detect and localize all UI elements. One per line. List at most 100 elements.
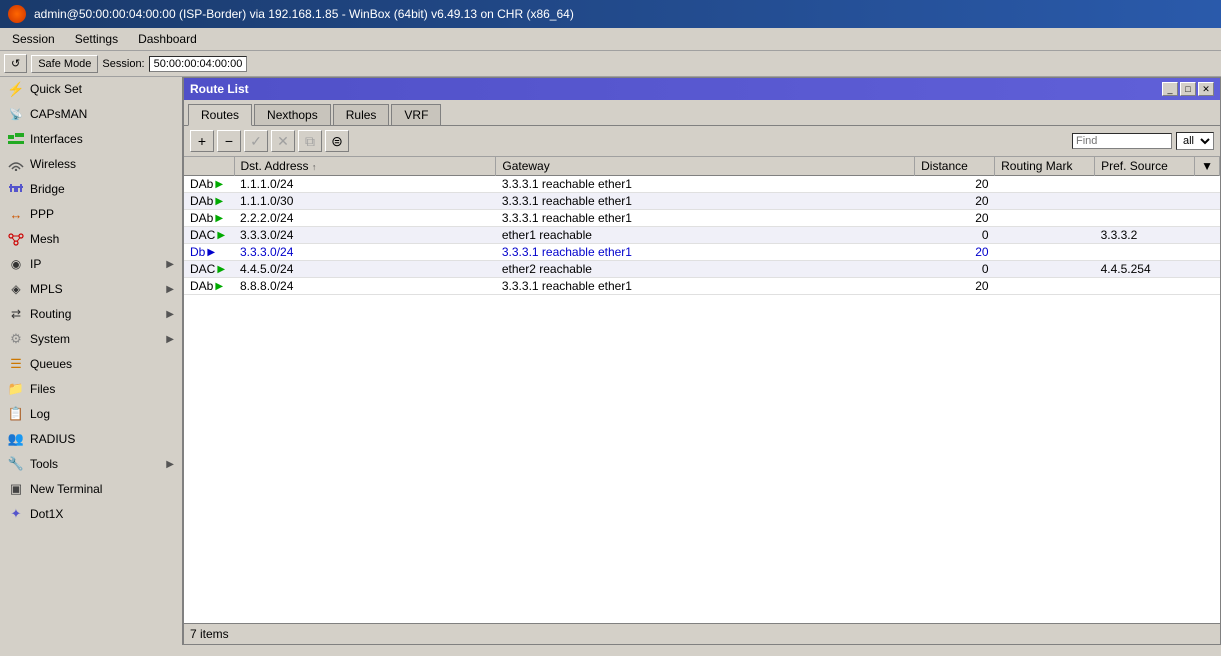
cell-pref-source bbox=[1095, 244, 1195, 261]
tab-vrf[interactable]: VRF bbox=[391, 104, 441, 125]
cell-distance: 20 bbox=[915, 244, 995, 261]
refresh-button[interactable]: ↺ bbox=[4, 54, 27, 73]
col-flags[interactable] bbox=[184, 157, 234, 176]
sidebar-item-interfaces[interactable]: Interfaces bbox=[0, 127, 182, 152]
table-row[interactable]: DAb ▶ 1.1.1.0/24 3.3.3.1 reachable ether… bbox=[184, 176, 1220, 193]
cell-distance: 20 bbox=[915, 210, 995, 227]
sidebar-item-capsman[interactable]: 📡 CAPsMAN bbox=[0, 102, 182, 127]
system-icon: ⚙ bbox=[8, 331, 24, 347]
sidebar-label-wireless: Wireless bbox=[30, 157, 174, 171]
sidebar-item-tools[interactable]: 🔧 Tools ▶ bbox=[0, 452, 182, 477]
ip-arrow-icon: ▶ bbox=[166, 259, 174, 270]
cell-dst: 3.3.3.0/24 bbox=[234, 227, 496, 244]
cell-dst: 3.3.3.0/24 bbox=[234, 244, 496, 261]
cross-button[interactable]: ✕ bbox=[271, 130, 295, 152]
sidebar-item-dot1x[interactable]: ✦ Dot1X bbox=[0, 502, 182, 527]
tools-arrow-icon: ▶ bbox=[166, 459, 174, 470]
sidebar-label-mpls: MPLS bbox=[30, 282, 160, 296]
cell-extra bbox=[1195, 244, 1220, 261]
sidebar-label-dot1x: Dot1X bbox=[30, 507, 174, 521]
col-pref-source[interactable]: Pref. Source bbox=[1095, 157, 1195, 176]
table-row[interactable]: Db ▶ 3.3.3.0/24 3.3.3.1 reachable ether1… bbox=[184, 244, 1220, 261]
mpls-icon: ◈ bbox=[8, 281, 24, 297]
main-toolbar: ↺ Safe Mode Session: 50:00:00:04:00:00 bbox=[0, 51, 1221, 77]
check-button[interactable]: ✓ bbox=[244, 130, 268, 152]
mesh-icon bbox=[8, 231, 24, 247]
col-distance[interactable]: Distance bbox=[915, 157, 995, 176]
queues-icon: ☰ bbox=[8, 356, 24, 372]
col-dropdown[interactable]: ▼ bbox=[1195, 157, 1220, 176]
route-active-icon: ▶ bbox=[215, 196, 223, 207]
cell-routing-mark bbox=[995, 261, 1095, 278]
cell-flags: DAb ▶ bbox=[184, 176, 234, 193]
col-gateway[interactable]: Gateway bbox=[496, 157, 915, 176]
routing-arrow-icon: ▶ bbox=[166, 309, 174, 320]
cell-pref-source: 3.3.3.2 bbox=[1095, 227, 1195, 244]
cell-gateway: ether2 reachable bbox=[496, 261, 915, 278]
app-title: admin@50:00:00:04:00:00 (ISP-Border) via… bbox=[34, 7, 574, 21]
flag-text: DAb bbox=[190, 177, 213, 191]
sidebar-item-radius[interactable]: 👥 RADIUS bbox=[0, 427, 182, 452]
sidebar-item-queues[interactable]: ☰ Queues bbox=[0, 352, 182, 377]
sidebar-item-system[interactable]: ⚙ System ▶ bbox=[0, 327, 182, 352]
tab-rules[interactable]: Rules bbox=[333, 104, 390, 125]
find-select[interactable]: all bbox=[1176, 132, 1214, 150]
tab-routes[interactable]: Routes bbox=[188, 104, 252, 126]
menu-dashboard[interactable]: Dashboard bbox=[130, 30, 205, 48]
sidebar-item-new-terminal[interactable]: ▣ New Terminal bbox=[0, 477, 182, 502]
window-title: Route List bbox=[190, 82, 249, 96]
window-controls: _ □ ✕ bbox=[1162, 82, 1214, 96]
menu-settings[interactable]: Settings bbox=[67, 30, 126, 48]
route-active-icon: ▶ bbox=[217, 264, 225, 275]
route-active-icon: ▶ bbox=[207, 247, 215, 258]
cell-routing-mark bbox=[995, 278, 1095, 295]
col-routing-mark[interactable]: Routing Mark bbox=[995, 157, 1095, 176]
table-row[interactable]: DAC ▶ 4.4.5.0/24 ether2 reachable 0 4.4.… bbox=[184, 261, 1220, 278]
maximize-button[interactable]: □ bbox=[1180, 82, 1196, 96]
sidebar-item-log[interactable]: 📋 Log bbox=[0, 402, 182, 427]
close-button[interactable]: ✕ bbox=[1198, 82, 1214, 96]
window-title-bar: Route List _ □ ✕ bbox=[184, 78, 1220, 100]
wireless-icon bbox=[8, 156, 24, 172]
cell-routing-mark bbox=[995, 244, 1095, 261]
find-input[interactable] bbox=[1072, 133, 1172, 149]
table-row[interactable]: DAb ▶ 1.1.1.0/30 3.3.3.1 reachable ether… bbox=[184, 193, 1220, 210]
sidebar-item-mpls[interactable]: ◈ MPLS ▶ bbox=[0, 277, 182, 302]
cell-flags: DAC ▶ bbox=[184, 227, 234, 244]
session-label: Session: bbox=[102, 58, 144, 70]
safe-mode-button[interactable]: Safe Mode bbox=[31, 55, 98, 73]
copy-button[interactable]: ⧉ bbox=[298, 130, 322, 152]
sidebar-label-capsman: CAPsMAN bbox=[30, 107, 174, 121]
sidebar-label-new-terminal: New Terminal bbox=[30, 482, 174, 496]
sidebar-label-queues: Queues bbox=[30, 357, 174, 371]
sidebar-item-ip[interactable]: ◉ IP ▶ bbox=[0, 252, 182, 277]
sidebar-label-ppp: PPP bbox=[30, 207, 174, 221]
filter-button[interactable]: ⊜ bbox=[325, 130, 349, 152]
sidebar-label-files: Files bbox=[30, 382, 174, 396]
cell-flags: DAC ▶ bbox=[184, 261, 234, 278]
sidebar-item-quickset[interactable]: ⚡ Quick Set bbox=[0, 77, 182, 102]
menu-session[interactable]: Session bbox=[4, 30, 63, 48]
content-area: Route List _ □ ✕ Routes Nexthops Rules V… bbox=[183, 77, 1221, 645]
sidebar-item-ppp[interactable]: ↔ PPP bbox=[0, 202, 182, 227]
table-row[interactable]: DAC ▶ 3.3.3.0/24 ether1 reachable 0 3.3.… bbox=[184, 227, 1220, 244]
col-dst-address[interactable]: Dst. Address ↑ bbox=[234, 157, 496, 176]
cell-pref-source: 4.4.5.254 bbox=[1095, 261, 1195, 278]
table-row[interactable]: DAb ▶ 2.2.2.0/24 3.3.3.1 reachable ether… bbox=[184, 210, 1220, 227]
sidebar-item-files[interactable]: 📁 Files bbox=[0, 377, 182, 402]
quickset-icon: ⚡ bbox=[8, 81, 24, 97]
table-row[interactable]: DAb ▶ 8.8.8.0/24 3.3.3.1 reachable ether… bbox=[184, 278, 1220, 295]
sidebar-item-bridge[interactable]: Bridge bbox=[0, 177, 182, 202]
route-table: Dst. Address ↑ Gateway Distance Routing … bbox=[184, 157, 1220, 623]
sidebar-item-mesh[interactable]: Mesh bbox=[0, 227, 182, 252]
remove-button[interactable]: − bbox=[217, 130, 241, 152]
sidebar: ⚡ Quick Set 📡 CAPsMAN Interfaces bbox=[0, 77, 183, 645]
tab-nexthops[interactable]: Nexthops bbox=[254, 104, 331, 125]
route-active-icon: ▶ bbox=[215, 213, 223, 224]
minimize-button[interactable]: _ bbox=[1162, 82, 1178, 96]
cell-distance: 20 bbox=[915, 193, 995, 210]
sidebar-item-wireless[interactable]: Wireless bbox=[0, 152, 182, 177]
sidebar-item-routing[interactable]: ⇄ Routing ▶ bbox=[0, 302, 182, 327]
add-button[interactable]: + bbox=[190, 130, 214, 152]
terminal-icon: ▣ bbox=[8, 481, 24, 497]
